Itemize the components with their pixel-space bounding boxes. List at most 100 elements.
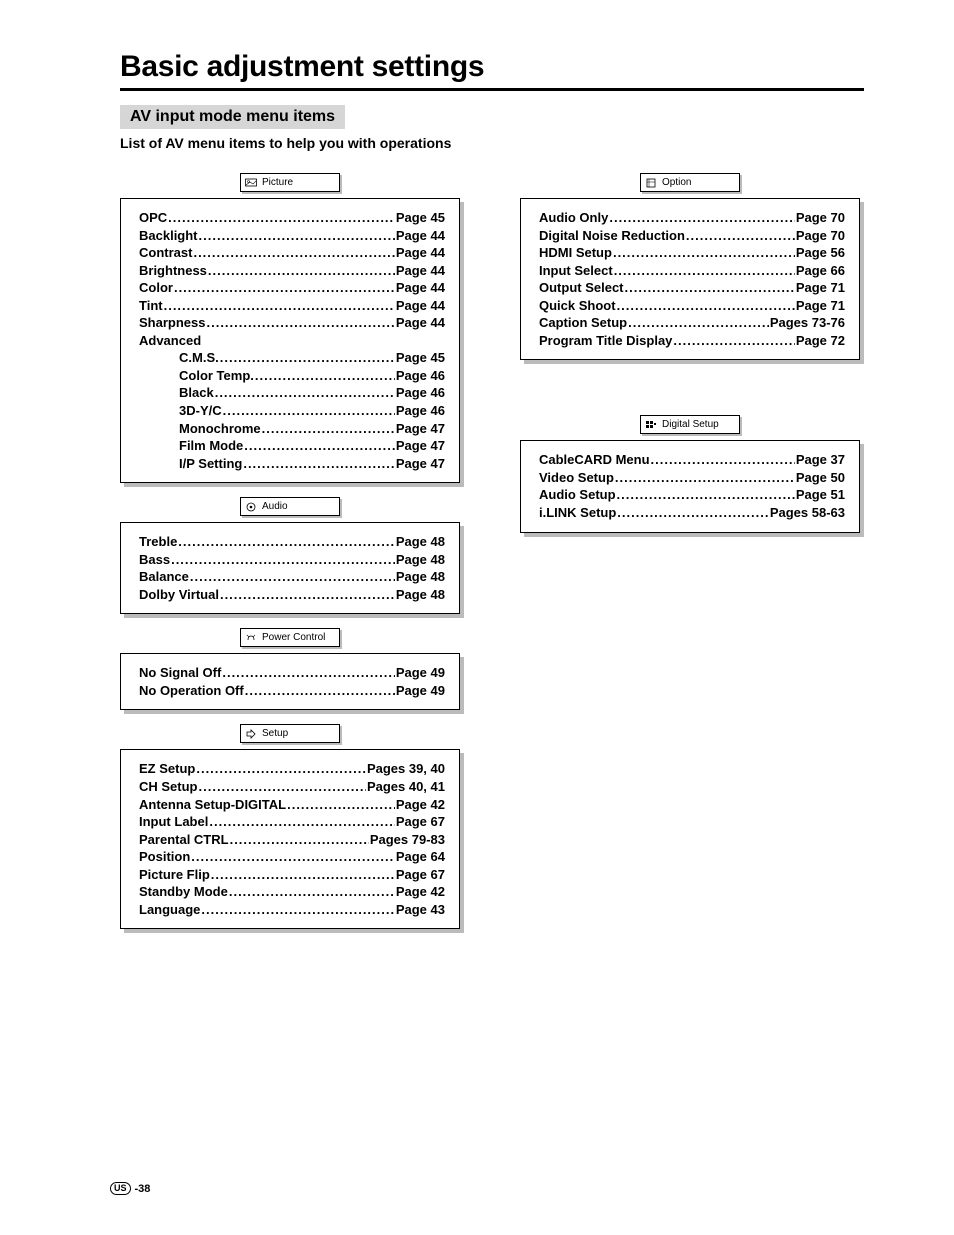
power-control-icon [245,633,257,643]
menu-item: OPC Page 45 [139,209,445,227]
menu-item: Color Temp. Page 46 [139,367,445,385]
menu-item: Balance Page 48 [139,568,445,586]
menu-item: CableCARD Menu Page 37 [539,451,845,469]
page-ref: Page 72 [796,332,845,350]
menu-item-label: Language [139,901,200,919]
menu-item: Black Page 46 [139,384,445,402]
menu-item: Tint Page 44 [139,297,445,315]
leader-dots [625,279,795,297]
leader-dots [617,297,795,315]
page-ref: Page 46 [396,402,445,420]
menu-group-power-control: Power ControlNo Signal Off Page 49No Ope… [120,628,460,710]
page-ref: Page 43 [396,901,445,919]
menu-item-label: Treble [139,533,177,551]
group-box: CableCARD Menu Page 37Video Setup Page 5… [520,440,860,532]
menu-item: Bass Page 48 [139,551,445,569]
page-ref: Page 49 [396,664,445,682]
page-ref: Page 45 [396,209,445,227]
page-ref: Pages 40, 41 [367,778,445,796]
leader-dots [255,367,395,385]
audio-icon [245,502,257,512]
leader-dots [617,486,795,504]
leader-dots [613,244,795,262]
menu-item: Film Mode Page 47 [139,437,445,455]
menu-item-label: Output Select [539,279,624,297]
menu-item-label: Input Select [539,262,613,280]
menu-item: Input Select Page 66 [539,262,845,280]
page-ref: Page 70 [796,209,845,227]
leader-dots [617,504,769,522]
menu-item-label: Color [139,279,173,297]
menu-item: Quick Shoot Page 71 [539,297,845,315]
leader-dots [222,664,395,682]
leader-dots [615,469,795,487]
page-ref: Page 48 [396,551,445,569]
leader-dots [229,883,395,901]
menu-item: Standby Mode Page 42 [139,883,445,901]
menu-item-label: Program Title Display [539,332,672,350]
group-header-label: Picture [262,177,293,188]
page-ref: Page 49 [396,682,445,700]
menu-item: Position Page 64 [139,848,445,866]
menu-item-label: Quick Shoot [539,297,616,315]
group-header-label: Option [662,177,691,188]
leader-dots [614,262,795,280]
menu-item-label: Balance [139,568,189,586]
leader-dots [215,384,395,402]
digital-setup-icon [645,420,657,430]
menu-item-label: OPC [139,209,167,227]
menu-item-label: 3D-Y/C [179,402,222,420]
group-header-label: Power Control [262,632,325,643]
leader-dots [243,455,395,473]
menu-item: Backlight Page 44 [139,227,445,245]
page-ref: Page 50 [796,469,845,487]
menu-item-label: Parental CTRL [139,831,229,849]
menu-item: Caption Setup Pages 73-76 [539,314,845,332]
menu-item-label: Color Temp. [179,367,254,385]
group-box: Audio Only Page 70Digital Noise Reductio… [520,198,860,360]
picture-icon [245,178,257,188]
page-ref: Pages 58-63 [770,504,845,522]
page-ref: Page 67 [396,813,445,831]
columns: Picture OPC Page 45Backlight Page 44Contr… [120,173,864,943]
group-box: OPC Page 45Backlight Page 44Contrast Pag… [120,198,460,483]
leader-dots [208,262,395,280]
menu-item: Digital Noise Reduction Page 70 [539,227,845,245]
leader-dots [191,848,395,866]
menu-item: C.M.S. Page 45 [139,349,445,367]
menu-item: Picture Flip Page 67 [139,866,445,884]
leader-dots [651,451,795,469]
page-ref: Page 51 [796,486,845,504]
menu-item-label: Film Mode [179,437,243,455]
setup-icon [245,729,257,739]
leader-dots [168,209,395,227]
page-ref: Page 70 [796,227,845,245]
leader-dots [628,314,769,332]
menu-item-label: Dolby Virtual [139,586,219,604]
menu-group-option: Option Audio Only Page 70Digital Noise Re… [520,173,860,360]
page-ref: Page 44 [396,279,445,297]
menu-item: EZ Setup Pages 39, 40 [139,760,445,778]
menu-item-label: C.M.S. [179,349,219,367]
group-header: Setup [240,724,340,743]
menu-item-label: Position [139,848,190,866]
menu-item-label: Video Setup [539,469,614,487]
page-ref: Page 45 [396,349,445,367]
leader-dots [686,227,795,245]
page-ref: Page 66 [796,262,845,280]
page-ref: Page 44 [396,297,445,315]
leader-dots [287,796,395,814]
menu-item-label: No Operation Off [139,682,244,700]
page-ref: Page 44 [396,262,445,280]
page-ref: Page 42 [396,883,445,901]
menu-item-label: CH Setup [139,778,198,796]
leader-dots [178,533,395,551]
group-header: Option [640,173,740,192]
group-header: Audio [240,497,340,516]
menu-item-label: I/P Setting [179,455,242,473]
menu-group-audio: Audio Treble Page 48Bass Page 48Balance P… [120,497,460,614]
menu-item: No Operation Off Page 49 [139,682,445,700]
menu-item-label: Antenna Setup-DIGITAL [139,796,286,814]
leader-dots [245,682,395,700]
option-icon [645,178,657,188]
